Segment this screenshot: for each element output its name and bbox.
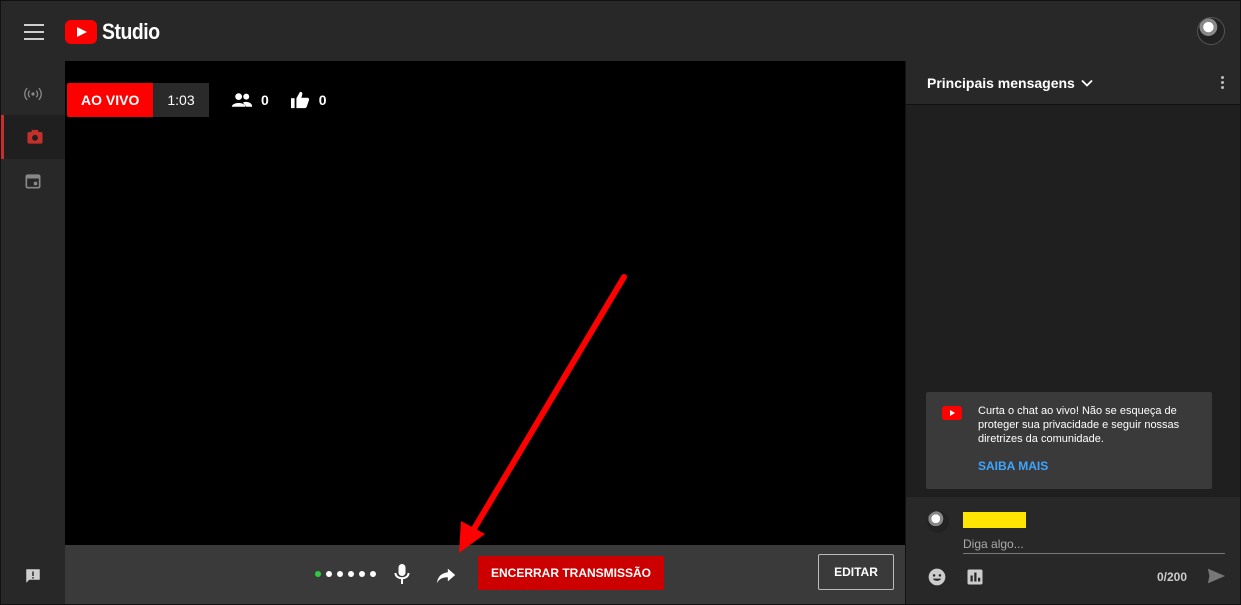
viewer-count-value: 0	[261, 92, 269, 108]
send-icon[interactable]	[1206, 567, 1226, 585]
redacted-username	[963, 512, 1026, 528]
notice-text: Curta o chat ao vivo! Não se esqueça de …	[978, 405, 1180, 445]
youtube-logo-icon	[942, 406, 962, 420]
chat-message-input[interactable]	[963, 534, 1225, 554]
account-avatar[interactable]	[1197, 17, 1225, 45]
live-label: AO VIVO	[67, 83, 154, 117]
audio-level-meter	[315, 571, 376, 577]
rail-item-stream[interactable]	[1, 72, 65, 116]
audio-level-dot	[337, 571, 343, 577]
logo-text: Studio	[102, 19, 160, 44]
elapsed-time: 1:03	[153, 83, 209, 117]
chat-panel: Principais mensagens Curta o chat ao viv…	[905, 61, 1240, 604]
chat-composer: 0/200	[906, 497, 1240, 604]
audio-level-dot	[348, 571, 354, 577]
rail-item-webcam[interactable]	[1, 115, 65, 159]
hamburger-menu-icon[interactable]	[21, 19, 47, 43]
studio-window: Studio AO VIVO 1:03 0 0 ENCERRAR TRANSMI…	[0, 0, 1241, 605]
viewer-count: 0	[231, 91, 269, 109]
end-stream-button[interactable]: ENCERRAR TRANSMISSÃO	[478, 556, 664, 590]
share-icon[interactable]	[435, 564, 457, 586]
chat-mode-dropdown[interactable]: Principais mensagens	[927, 75, 1093, 91]
calendar-icon	[25, 174, 41, 189]
more-options-icon[interactable]	[1219, 74, 1225, 92]
camera-icon	[27, 129, 42, 144]
stream-control-bar: ENCERRAR TRANSMISSÃO EDITAR	[65, 545, 905, 604]
poll-icon[interactable]	[966, 568, 984, 586]
left-rail	[1, 61, 65, 604]
audio-level-dot	[326, 571, 332, 577]
avatar	[927, 511, 949, 533]
audio-level-dot	[315, 571, 321, 577]
top-bar: Studio	[1, 1, 1240, 61]
viewers-icon	[231, 93, 253, 107]
like-count-value: 0	[318, 92, 327, 108]
youtube-logo-icon	[65, 20, 97, 44]
feedback-icon[interactable]	[24, 567, 42, 585]
rail-item-scheduled[interactable]	[1, 159, 65, 203]
studio-logo[interactable]: Studio	[65, 19, 167, 45]
audio-level-dot	[370, 571, 376, 577]
like-count: 0	[289, 91, 327, 109]
edit-button[interactable]: EDITAR	[818, 554, 894, 590]
chat-header: Principais mensagens	[906, 61, 1240, 105]
emoji-icon[interactable]	[927, 567, 947, 587]
thumbs-up-icon	[290, 91, 309, 109]
character-counter: 0/200	[1157, 570, 1188, 584]
chat-title: Principais mensagens	[927, 75, 1075, 91]
microphone-icon[interactable]	[392, 562, 412, 586]
chat-welcome-notice: Curta o chat ao vivo! Não se esqueça de …	[926, 392, 1212, 489]
learn-more-link[interactable]: SAIBA MAIS	[978, 459, 1048, 473]
live-stats: 0 0	[231, 91, 339, 109]
live-status-badge: AO VIVO 1:03	[67, 83, 209, 117]
live-broadcast-icon	[24, 87, 42, 101]
audio-level-dot	[359, 571, 365, 577]
chevron-down-icon	[1081, 79, 1093, 87]
video-preview: AO VIVO 1:03 0 0	[65, 61, 905, 545]
